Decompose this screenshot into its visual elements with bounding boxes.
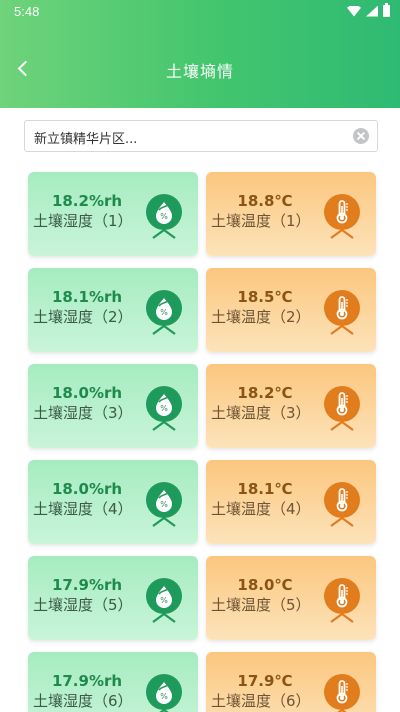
icon-stand: [330, 516, 354, 527]
temperature-value: 18.2℃: [237, 384, 293, 402]
app-header: 5:48 土壤墒情: [0, 0, 400, 108]
svg-text:%: %: [160, 212, 168, 221]
search-input[interactable]: 新立镇精华片区...: [24, 120, 378, 152]
svg-text:%: %: [160, 308, 168, 317]
clear-icon[interactable]: [353, 128, 369, 144]
humidity-drop-icon: %: [146, 386, 182, 422]
temperature-value: 18.1℃: [237, 480, 293, 498]
icon-stand: [330, 324, 354, 335]
icon-stand: [152, 228, 176, 239]
humidity-drop-icon: %: [146, 290, 182, 326]
svg-text:%: %: [160, 692, 168, 701]
svg-text:%: %: [160, 500, 168, 509]
icon-stand: [152, 420, 176, 431]
icon-stand: [152, 324, 176, 335]
temperature-value: 18.5℃: [237, 288, 293, 306]
temperature-label: 土壤温度（4）: [211, 500, 311, 518]
humidity-card[interactable]: 18.0%rh 土壤湿度（3） %: [28, 364, 198, 448]
humidity-value: 18.1%rh: [51, 288, 123, 306]
humidity-value: 18.0%rh: [51, 384, 123, 402]
humidity-card[interactable]: 17.9%rh 土壤湿度（6） %: [28, 652, 198, 712]
temperature-value: 18.8℃: [237, 192, 293, 210]
icon-stand: [330, 420, 354, 431]
humidity-card[interactable]: 18.0%rh 土壤湿度（4） %: [28, 460, 198, 544]
temperature-card[interactable]: 18.8℃ 土壤温度（1）: [206, 172, 376, 256]
thermometer-icon: [324, 194, 360, 230]
svg-text:%: %: [160, 404, 168, 413]
svg-text:%: %: [160, 596, 168, 605]
humidity-drop-icon: %: [146, 194, 182, 230]
temperature-card[interactable]: 18.0℃ 土壤温度（5）: [206, 556, 376, 640]
thermometer-icon: [324, 290, 360, 326]
humidity-value: 17.9%rh: [51, 672, 123, 690]
temperature-label: 土壤温度（1）: [211, 212, 311, 230]
humidity-card[interactable]: 17.9%rh 土壤湿度（5） %: [28, 556, 198, 640]
thermometer-icon: [324, 578, 360, 614]
humidity-label: 土壤湿度（6）: [33, 692, 133, 710]
humidity-label: 土壤湿度（1）: [33, 212, 133, 230]
humidity-label: 土壤湿度（2）: [33, 308, 133, 326]
temperature-label: 土壤温度（2）: [211, 308, 311, 326]
signal-icon: [366, 5, 378, 17]
thermometer-icon: [324, 674, 360, 710]
temperature-card[interactable]: 18.2℃ 土壤温度（3）: [206, 364, 376, 448]
temperature-label: 土壤温度（6）: [211, 692, 311, 710]
page-title: 土壤墒情: [165, 62, 234, 81]
humidity-value: 17.9%rh: [51, 576, 123, 594]
status-icons: [347, 3, 390, 17]
humidity-drop-icon: %: [146, 674, 182, 710]
battery-icon: [383, 3, 390, 17]
temperature-card[interactable]: 18.5℃ 土壤温度（2）: [206, 268, 376, 352]
icon-stand: [337, 708, 347, 712]
humidity-label: 土壤湿度（3）: [33, 404, 133, 422]
temperature-value: 18.0℃: [237, 576, 293, 594]
temperature-value: 17.9℃: [237, 672, 293, 690]
icon-stand: [330, 228, 354, 239]
icon-stand: [152, 612, 176, 623]
main-content: 新立镇精华片区... 18.2%rh 土壤湿度（1） % 18.8℃ 土壤温度（…: [0, 108, 400, 712]
humidity-label: 土壤湿度（5）: [33, 596, 133, 614]
thermometer-icon: [324, 482, 360, 518]
icon-stand: [330, 612, 354, 623]
thermometer-icon: [324, 386, 360, 422]
search-input-value: 新立镇精华片区...: [34, 132, 138, 147]
humidity-drop-icon: %: [146, 482, 182, 518]
humidity-card[interactable]: 18.2%rh 土壤湿度（1） %: [28, 172, 198, 256]
humidity-drop-icon: %: [146, 578, 182, 614]
temperature-card[interactable]: 17.9℃ 土壤温度（6）: [206, 652, 376, 712]
icon-stand: [152, 516, 176, 527]
status-time: 5:48: [14, 4, 40, 19]
humidity-card[interactable]: 18.1%rh 土壤湿度（2） %: [28, 268, 198, 352]
temperature-label: 土壤温度（5）: [211, 596, 311, 614]
wifi-icon: [347, 5, 361, 17]
humidity-value: 18.0%rh: [51, 480, 123, 498]
humidity-value: 18.2%rh: [51, 192, 123, 210]
humidity-label: 土壤湿度（4）: [33, 500, 133, 518]
status-bar: 5:48: [0, 0, 400, 24]
temperature-card[interactable]: 18.1℃ 土壤温度（4）: [206, 460, 376, 544]
temperature-label: 土壤温度（3）: [211, 404, 311, 422]
icon-stand: [159, 708, 169, 712]
